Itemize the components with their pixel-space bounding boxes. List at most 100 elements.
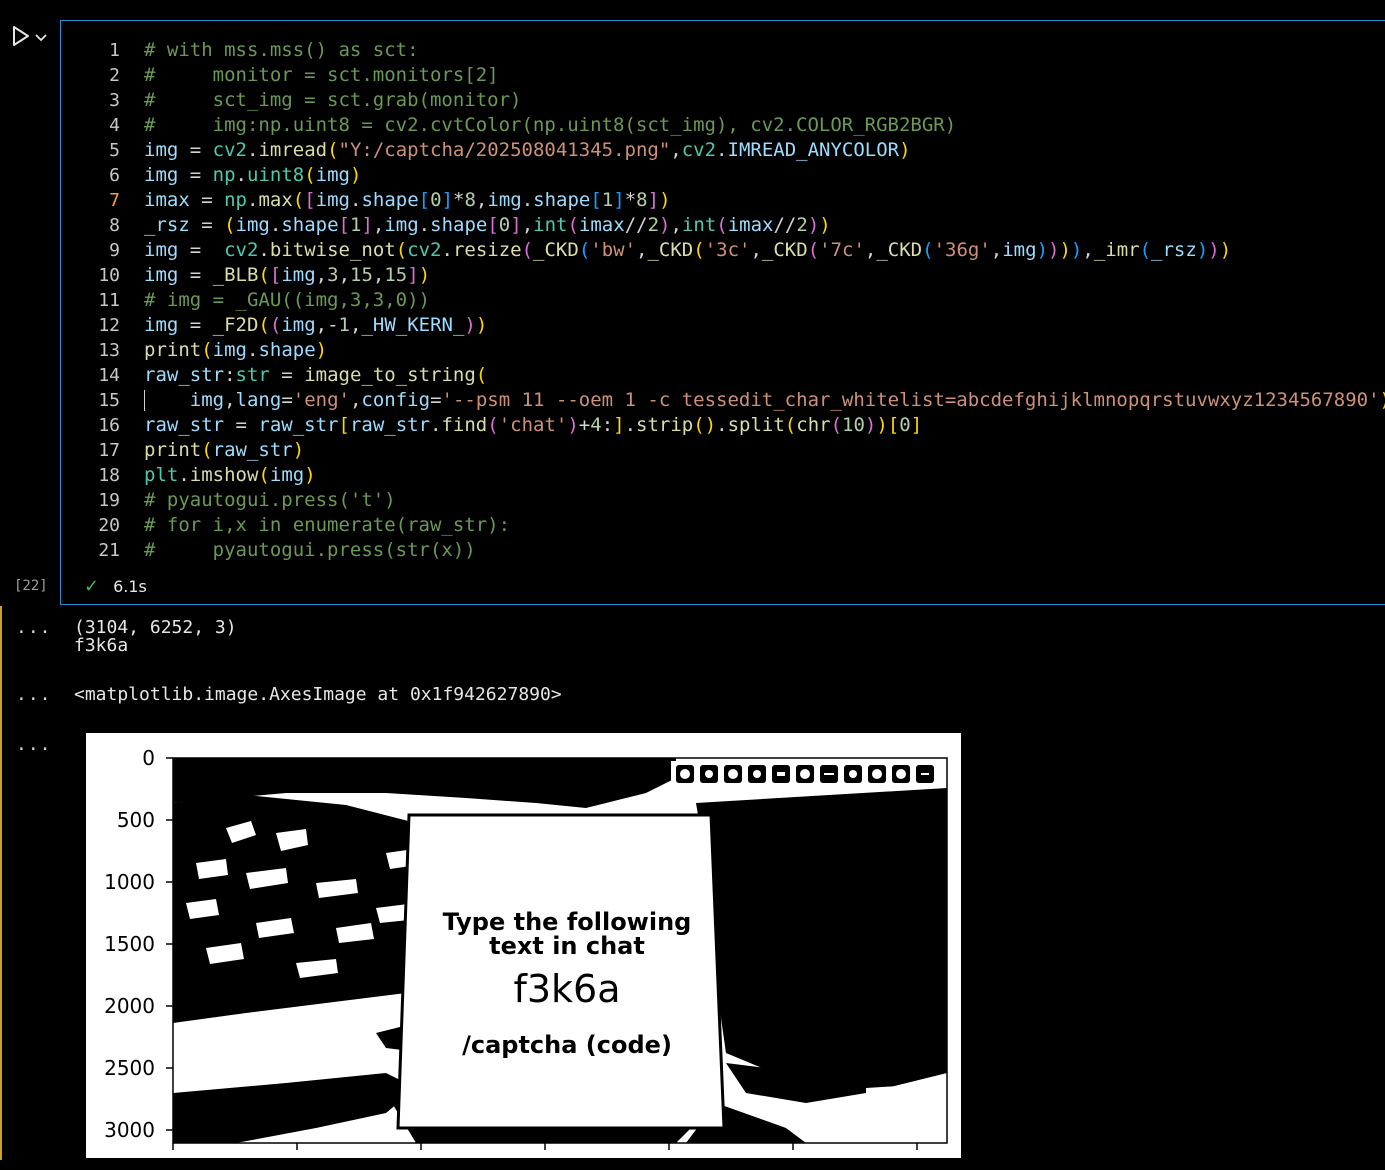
code-token: 8 [636, 189, 648, 211]
code-line[interactable]: 3 # sct_img = sct.grab(monitor) [62, 88, 1382, 113]
code-token: , [750, 239, 762, 261]
line-number: 15 [98, 390, 120, 411]
code-token: img [144, 239, 179, 261]
code-token: . [246, 139, 259, 161]
code-token: _F2D [212, 314, 259, 336]
code-text[interactable]: _rsz = (img.shape[1],img.shape[0],int(im… [144, 213, 831, 238]
code-token: ) [475, 314, 488, 336]
code-editor[interactable]: 1 # with mss.mss() as sct: 2 # monitor = sc… [62, 38, 1385, 563]
code-text[interactable]: imax = np.max([img.shape[0]*8,img.shape[… [144, 188, 671, 213]
code-line[interactable]: 18 plt.imshow(img) [62, 463, 1382, 488]
code-text[interactable]: raw_str:str = image_to_string( [144, 363, 487, 388]
run-cell-button[interactable] [10, 26, 54, 50]
code-text[interactable]: img = _F2D((img,-1,_HW_KERN_)) [144, 313, 487, 338]
code-token: # img:np.uint8 = cv2.cvtColor(np.uint8(s… [144, 114, 957, 136]
output-menu-button-2[interactable]: ... [16, 684, 52, 705]
code-token: [ [590, 189, 602, 211]
code-line[interactable]: 19 # pyautogui.press('t') [62, 488, 1382, 513]
code-token: ) [1380, 389, 1385, 411]
code-token: '--psm 11 --oem 1 -c tessedit_char_white… [441, 389, 1380, 411]
code-text[interactable]: # pyautogui.press('t') [144, 488, 396, 513]
code-token: "Y:/captcha/202508041345.png" [338, 139, 671, 161]
code-token: ( [292, 189, 305, 211]
code-text[interactable]: # pyautogui.press(str(x)) [144, 538, 476, 563]
code-token: ) [464, 314, 476, 336]
code-token: ( [1139, 239, 1152, 261]
code-token: ( [830, 414, 843, 436]
code-token: // [773, 214, 797, 236]
code-token: shape [258, 339, 316, 361]
code-token: . [430, 414, 442, 436]
code-token: 1 [601, 189, 614, 211]
code-line[interactable]: 1 # with mss.mss() as sct: [62, 38, 1382, 63]
code-token: _BLB [212, 264, 259, 286]
code-line[interactable]: 11 # img = _GAU((img,3,3,0)) [62, 288, 1382, 313]
code-token: img [144, 264, 179, 286]
code-token: ) [315, 339, 328, 361]
code-token: _rsz [1151, 239, 1197, 261]
code-line[interactable]: 21 # pyautogui.press(str(x)) [62, 538, 1382, 563]
code-text[interactable]: raw_str = raw_str[raw_str.find('chat')+4… [144, 413, 922, 438]
code-text[interactable]: # for i,x in enumerate(raw_str): [144, 513, 510, 538]
code-text[interactable]: img = cv2.bitwise_not(cv2.resize(_CKD('b… [144, 238, 1231, 263]
code-token: img [144, 164, 179, 186]
line-number: 7 [109, 190, 120, 211]
code-line[interactable]: 14 raw_str:str = image_to_string( [62, 363, 1382, 388]
code-text[interactable]: # sct_img = sct.grab(monitor) [144, 88, 522, 113]
code-token: = [178, 314, 213, 336]
chevron-down-icon[interactable] [34, 29, 48, 48]
code-line[interactable]: 15 img,lang='eng',config='--psm 11 --oem… [62, 388, 1385, 413]
code-text[interactable]: img = np.uint8(img) [144, 163, 361, 188]
code-token: img [235, 214, 270, 236]
code-line[interactable]: 13 print(img.shape) [62, 338, 1382, 363]
execution-time: 6.1s [113, 577, 147, 596]
code-text[interactable]: img,lang='eng',config='--psm 11 --oem 1 … [144, 388, 1385, 413]
code-text[interactable]: print(raw_str) [144, 438, 304, 463]
code-token: plt [144, 464, 179, 486]
code-token: . [350, 189, 362, 211]
repr-output: <matplotlib.image.AxesImage at 0x1f94262… [74, 684, 562, 705]
code-token: : [601, 414, 614, 436]
code-text[interactable]: plt.imshow(img) [144, 463, 316, 488]
code-text[interactable]: # img:np.uint8 = cv2.cvtColor(np.uint8(s… [144, 113, 956, 138]
code-token: '36g' [933, 239, 991, 261]
code-token: ( [578, 239, 591, 261]
code-text[interactable]: # monitor = sct.monitors[2] [144, 63, 499, 88]
code-token: _HW_KERN_ [361, 314, 465, 336]
code-token: img [212, 339, 247, 361]
code-line[interactable]: 7 imax = np.max([img.shape[0]*8,img.shape… [62, 188, 1382, 213]
code-token: [ [304, 189, 316, 211]
code-line[interactable]: 2 # monitor = sct.monitors[2] [62, 63, 1382, 88]
code-line[interactable]: 10 img = _BLB([img,3,15,15]) [62, 263, 1382, 288]
code-token: np [212, 164, 236, 186]
code-line[interactable]: 12 img = _F2D((img,-1,_HW_KERN_)) [62, 313, 1382, 338]
y-tick-label: 1000 [104, 870, 155, 894]
code-text[interactable]: # with mss.mss() as sct: [144, 38, 419, 63]
code-text[interactable]: # img = _GAU((img,3,3,0)) [144, 288, 430, 313]
code-token: ) [864, 414, 877, 436]
code-text[interactable]: img = _BLB([img,3,15,15]) [144, 263, 430, 288]
code-token: [ [338, 414, 350, 436]
code-token: . [716, 139, 728, 161]
code-token: split [727, 414, 785, 436]
code-line[interactable]: 16 raw_str = raw_str[raw_str.find('chat')… [62, 413, 1382, 438]
code-line[interactable]: 5 img = cv2.imread("Y:/captcha/2025080413… [62, 138, 1382, 163]
code-token: ( [784, 414, 797, 436]
line-number: 6 [109, 165, 120, 186]
code-token: ] [910, 414, 923, 436]
code-line[interactable]: 17 print(raw_str) [62, 438, 1382, 463]
code-text[interactable]: print(img.shape) [144, 338, 327, 363]
output-menu-button-3[interactable]: ... [16, 734, 52, 755]
code-line[interactable]: 8 _rsz = (img.shape[1],img.shape[0],int(i… [62, 213, 1382, 238]
code-line[interactable]: 9 img = cv2.bitwise_not(cv2.resize(_CKD('… [62, 238, 1382, 263]
execution-count: [22] [14, 578, 48, 594]
line-number: 3 [109, 90, 120, 111]
code-line[interactable]: 4 # img:np.uint8 = cv2.cvtColor(np.uint8(… [62, 113, 1382, 138]
output-menu-button-1[interactable]: ... [16, 617, 52, 638]
code-line[interactable]: 6 img = np.uint8(img) [62, 163, 1382, 188]
code-text[interactable]: img = cv2.imread("Y:/captcha/20250804134… [144, 138, 911, 163]
code-token: ) [1208, 239, 1220, 261]
code-token: ) [1036, 239, 1049, 261]
play-icon[interactable] [10, 24, 32, 52]
code-line[interactable]: 20 # for i,x in enumerate(raw_str): [62, 513, 1382, 538]
